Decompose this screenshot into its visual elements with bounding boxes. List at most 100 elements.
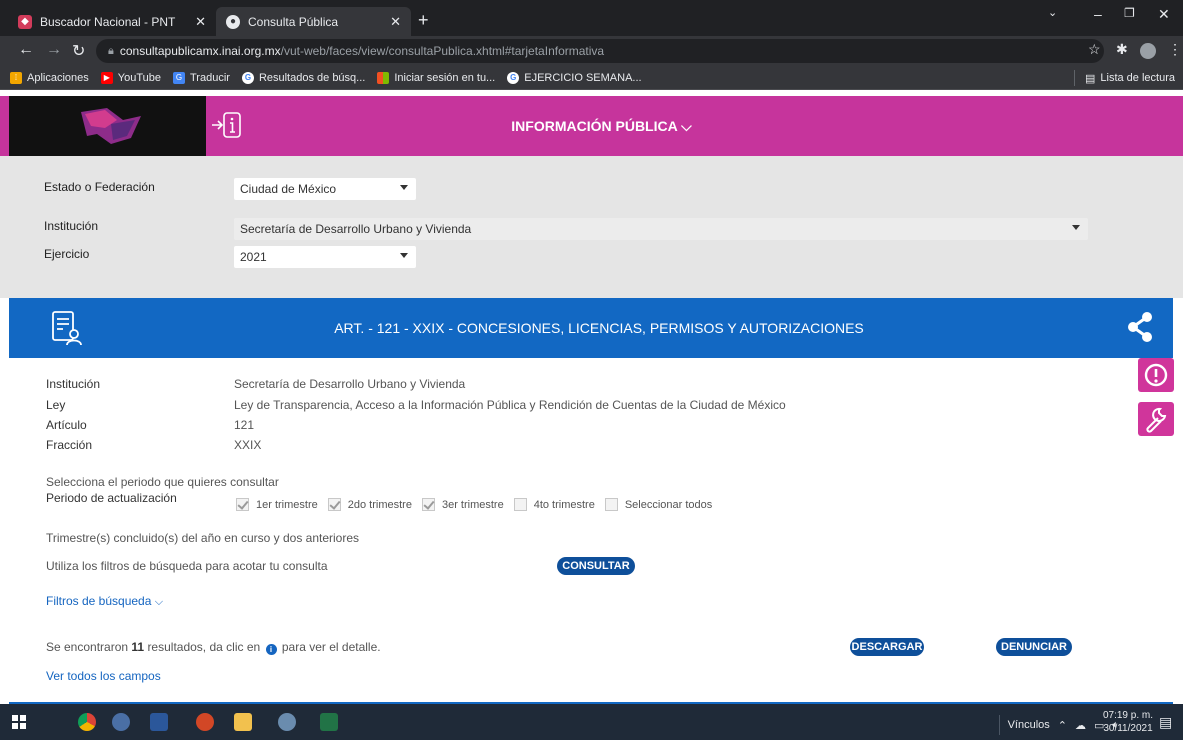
ver-todos-campos-link[interactable]: Ver todos los campos [46,669,161,683]
denunciar-button[interactable]: DENUNCIAR [996,638,1072,656]
bookmark-traducir[interactable]: G Traducir [173,71,230,84]
checkbox-seleccionar-todos[interactable] [604,498,618,511]
menu-dots-icon[interactable]: ⋮ [1168,41,1182,58]
web-page: INFORMACIÓN PÚBLICA ⌵ Estado o Federació… [0,90,1183,704]
alert-button[interactable] [1138,358,1174,392]
detail-value: XXIX [234,438,262,452]
pnt-favicon-icon: ◆ [18,14,32,29]
tab-title: Buscador Nacional - PNT [40,14,176,29]
periodo-label: Periodo de actualización [46,491,177,505]
consultar-button[interactable]: CONSULTAR [557,557,635,575]
detail-value: 121 [234,418,255,432]
info-circle-icon: i [265,644,277,655]
back-arrow-icon[interactable]: ← [18,41,34,59]
system-clock[interactable]: 07:19 p. m. 30/11/2021 [1103,709,1153,735]
globe-icon: ● [226,14,240,29]
address-bar[interactable]: 🔒︎ consultapublicamx.inai.org.mx /vut-we… [96,39,1104,63]
institucion-label: Institución [44,219,99,233]
close-tab-icon[interactable]: ✕ [195,14,206,30]
bookmark-label: YouTube [117,71,161,84]
restore-icon[interactable]: ❐ [1124,6,1135,20]
estado-label: Estado o Federación [44,180,155,194]
filtros-busqueda-link[interactable]: Filtros de búsqueda ⌵ [46,594,163,609]
google-icon: G [241,71,254,84]
periodo-prompt: Selecciona el periodo que quieres consul… [46,475,279,489]
onedrive-icon[interactable]: ☁ [1075,719,1086,732]
edge-icon[interactable] [112,713,130,731]
periodo-note: Trimestre(s) concluido(s) del año en cur… [46,531,360,545]
bookmark-label: EJERCICIO SEMANA... [524,71,642,84]
detail-key: Fracción [46,438,93,452]
checkbox-1er-trimestre[interactable] [236,498,249,511]
page-title[interactable]: INFORMACIÓN PÚBLICA ⌵ [0,118,1183,135]
tools-button[interactable] [1138,402,1174,436]
bookmark-youtube[interactable]: ▶ YouTube [100,71,161,84]
divider [1073,70,1075,86]
reading-list-button[interactable]: ▤ Lista de lectura [1073,70,1175,86]
forward-arrow-icon[interactable]: → [46,41,62,59]
chevron-down-icon: ⌵ [154,596,164,608]
youtube-icon: ▶ [100,71,113,84]
bookmark-label: Aplicaciones [27,71,89,84]
powerpoint-icon[interactable] [196,713,214,731]
bookmark-iniciar-sesion[interactable]: Iniciar sesión en tu... [377,71,496,84]
institucion-select[interactable]: Secretaría de Desarrollo Urbano y Vivien… [234,218,1088,240]
windows-taskbar: Vínculos ⌃ ☁ ▭ 🔈︎ 07:19 p. m. 30/11/2021… [0,704,1183,740]
excel-icon[interactable] [320,713,338,731]
bookmark-label: Resultados de búsq... [258,71,366,84]
checkbox-label: 4to trimestre [533,498,595,511]
url-host: consultapublicamx.inai.org.mx [119,44,281,58]
bookmark-aplicaciones[interactable]: ⁞ Aplicaciones [10,71,89,84]
estado-select[interactable]: Ciudad de México [234,178,416,200]
google-icon: G [507,71,520,84]
windows-start-icon[interactable] [12,715,26,729]
word-icon[interactable] [150,713,168,731]
dropdown-caret-icon [1072,225,1080,230]
plus-icon[interactable]: + [418,10,429,31]
profile-avatar[interactable] [1140,43,1156,59]
apps-grid-icon: ⁞ [10,71,22,84]
results-summary: Se encontraron 11 resultados, da clic en… [46,640,381,655]
checkbox-4to-trimestre[interactable] [513,498,527,511]
share-icon[interactable] [1125,311,1155,343]
clock-time: 07:19 p. m. [1102,710,1153,721]
bookmark-resultados[interactable]: G Resultados de búsq... [241,71,366,84]
pnt-header: INFORMACIÓN PÚBLICA ⌵ [0,96,1183,156]
notification-icon[interactable]: ▤ [1159,714,1175,730]
tray-label[interactable]: Vínculos [1008,719,1050,731]
wrench-icon [1146,407,1167,433]
clock-date: 30/11/2021 [1103,723,1153,734]
minimize-icon[interactable]: – [1094,6,1102,22]
close-window-icon[interactable]: ✕ [1158,6,1170,23]
article-bar: ART. - 121 - XXIX - CONCESIONES, LICENCI… [9,298,1173,358]
tab-buscador-nacional[interactable]: ◆ Buscador Nacional - PNT ✕ [8,7,216,36]
chrome-alt-icon[interactable] [278,713,296,731]
divider [998,715,1000,735]
descargar-button[interactable]: DESCARGAR [850,638,924,656]
close-tab-icon[interactable]: ✕ [390,14,401,30]
bookmark-label: Iniciar sesión en tu... [394,71,496,84]
file-explorer-icon[interactable] [234,713,252,731]
reading-list-icon: ▤ [1084,72,1096,85]
ejercicio-label: Ejercicio [44,247,90,261]
chevron-up-icon[interactable]: ⌃ [1058,719,1067,732]
chrome-icon[interactable] [78,713,96,731]
extensions-puzzle-icon[interactable]: ✱ [1116,41,1128,58]
tab-search-icon[interactable]: ⌄ [1048,6,1057,19]
detail-key: Institución [46,377,101,391]
bookmark-ejercicio[interactable]: G EJERCICIO SEMANA... [507,71,642,84]
ejercicio-value: 2021 [240,250,267,264]
estado-value: Ciudad de México [240,182,337,196]
ejercicio-select[interactable]: 2021 [234,246,416,268]
tab-title: Consulta Pública [248,14,339,29]
tab-consulta-publica[interactable]: ● Consulta Pública ✕ [216,7,411,36]
filters-panel: Estado o Federación Ciudad de México Ins… [0,156,1183,298]
detail-key: Ley [46,398,66,412]
checkbox-3er-trimestre[interactable] [421,498,435,511]
reading-list-label: Lista de lectura [1100,72,1175,84]
bookmarks-bar: ⁞ Aplicaciones ▶ YouTube G Traducir G Re… [0,66,1183,90]
reload-icon[interactable]: ↻ [72,41,85,61]
url-path: /vut-web/faces/view/consultaPublica.xhtm… [280,44,605,58]
checkbox-2do-trimestre[interactable] [327,498,341,511]
bookmark-star-icon[interactable]: ☆ [1088,41,1101,58]
